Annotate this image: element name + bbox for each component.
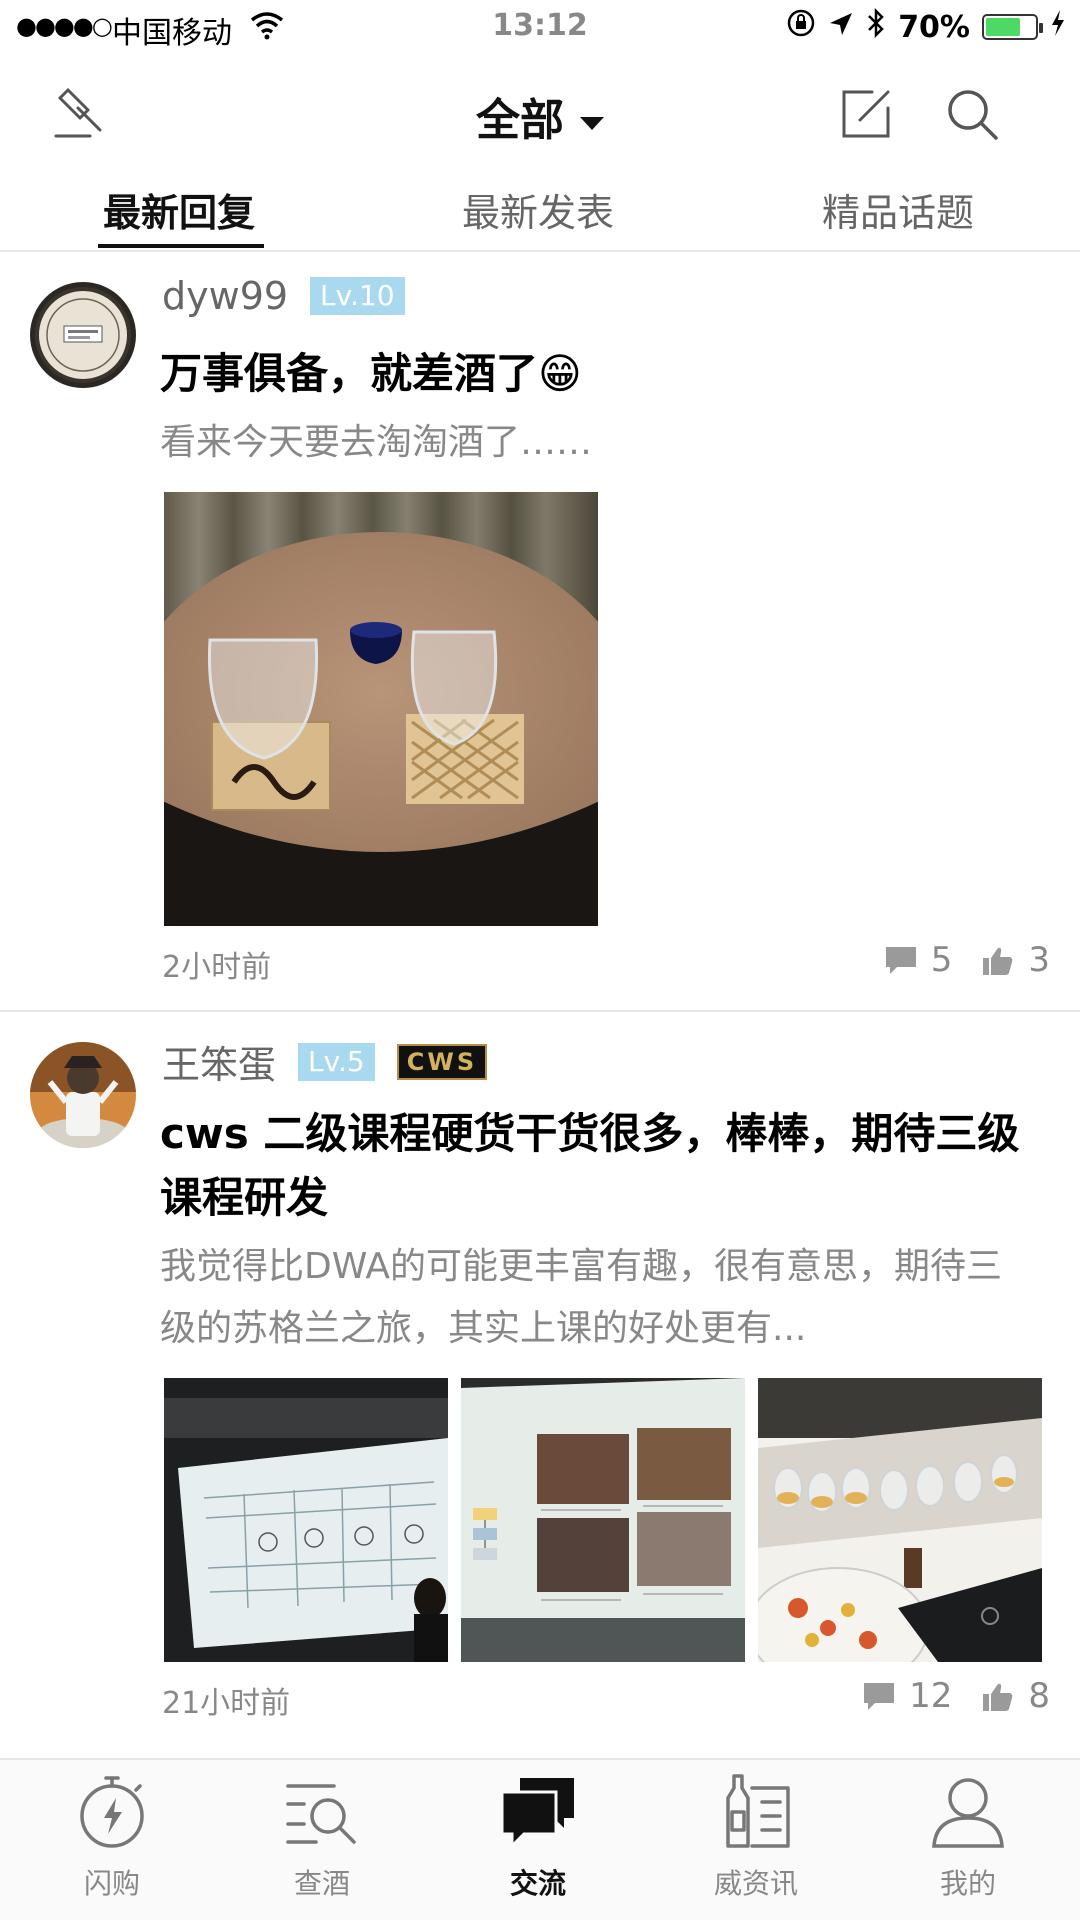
post-image[interactable] bbox=[758, 1378, 1042, 1662]
tab-wine-search[interactable]: 查酒 bbox=[242, 1772, 402, 1902]
like-count: 3 bbox=[1028, 940, 1050, 980]
post-time: 2小时前 bbox=[162, 950, 272, 985]
tab-label: 查酒 bbox=[293, 1867, 350, 1900]
charging-icon bbox=[1050, 9, 1066, 45]
level-badge: Lv.10 bbox=[310, 277, 405, 315]
search-icon[interactable] bbox=[944, 86, 1000, 142]
thumbs-up-icon[interactable] bbox=[982, 945, 1014, 975]
post-time: 21小时前 bbox=[162, 1686, 291, 1721]
comment-count: 5 bbox=[930, 940, 953, 980]
post-title: 万事俱备，就差酒了😁 bbox=[160, 349, 582, 398]
cws-badge: CWS bbox=[396, 1043, 488, 1080]
post-excerpt: 我觉得比DWA的可能更丰富有趣，很有意思，期待三级的苏格兰之旅，其实上课的好处更… bbox=[160, 1236, 1030, 1360]
bottle-news-icon bbox=[726, 1774, 790, 1848]
avatar[interactable] bbox=[30, 1042, 136, 1148]
tab-latest-posts[interactable]: 最新发表 bbox=[462, 182, 614, 237]
rotation-lock-icon bbox=[786, 8, 816, 46]
tab-label: 交流 bbox=[509, 1867, 566, 1900]
battery-percent: 70% bbox=[898, 9, 970, 45]
nav-header: 全部 bbox=[0, 60, 1080, 160]
thumbs-up-icon[interactable] bbox=[982, 1681, 1014, 1711]
person-icon bbox=[932, 1778, 1004, 1848]
tab-label: 威资讯 bbox=[713, 1867, 798, 1900]
author-name[interactable]: dyw99 bbox=[162, 274, 288, 318]
like-count: 8 bbox=[1028, 1676, 1050, 1716]
excerpt-text: 我觉得比DWA的可能更丰富有趣，很有意思，期待三级的苏格兰之旅，其实上课的好处更… bbox=[160, 1246, 1002, 1349]
excerpt-text: 看来今天要去淘淘酒了…… bbox=[160, 422, 593, 463]
post-image[interactable] bbox=[164, 1378, 448, 1662]
comment-icon[interactable] bbox=[885, 945, 917, 975]
author-row: dyw99 Lv.10 bbox=[162, 274, 405, 318]
post-card[interactable]: 王笨蛋 Lv.5 CWS cws 二级课程硬货干货很多，棒棒，期待三级课程研发 … bbox=[0, 1012, 1080, 1758]
post-image[interactable] bbox=[461, 1378, 745, 1662]
post-image[interactable] bbox=[164, 492, 598, 926]
chat-bubbles-icon bbox=[500, 1778, 574, 1850]
feed-tabs: 最新回复 最新发表 精品话题 bbox=[0, 168, 1080, 252]
tab-flash-sale[interactable]: 闪购 bbox=[32, 1772, 192, 1902]
battery-fill bbox=[986, 18, 1020, 36]
tab-community[interactable]: 交流 bbox=[458, 1772, 618, 1902]
post-stats: 5 3 bbox=[885, 940, 1050, 980]
bluetooth-icon bbox=[866, 7, 886, 46]
post-excerpt: 看来今天要去淘淘酒了…… bbox=[160, 412, 1030, 474]
list-search-icon bbox=[286, 1784, 356, 1844]
level-badge: Lv.5 bbox=[298, 1042, 375, 1081]
comment-icon[interactable] bbox=[863, 1681, 895, 1711]
header-title: 全部 bbox=[476, 95, 564, 146]
active-tab-indicator bbox=[98, 244, 264, 248]
stopwatch-bolt-icon bbox=[80, 1776, 144, 1848]
comment-count: 12 bbox=[909, 1676, 953, 1716]
bottom-tab-bar: 闪购 查酒 交流 威资讯 我的 bbox=[0, 1758, 1080, 1920]
category-dropdown[interactable]: 全部 bbox=[0, 84, 1080, 148]
tab-label: 闪购 bbox=[83, 1867, 140, 1900]
caret-down-icon bbox=[580, 116, 604, 130]
tab-my-profile[interactable]: 我的 bbox=[888, 1772, 1048, 1902]
author-name[interactable]: 王笨蛋 bbox=[162, 1034, 276, 1089]
avatar[interactable] bbox=[30, 282, 136, 388]
compose-icon[interactable] bbox=[838, 86, 894, 142]
post-card[interactable]: dyw99 Lv.10 万事俱备，就差酒了😁 看来今天要去淘淘酒了…… 2小时前… bbox=[0, 252, 1080, 1012]
post-stats: 12 8 bbox=[863, 1676, 1050, 1716]
tab-featured-topics[interactable]: 精品话题 bbox=[822, 182, 974, 237]
tab-latest-replies[interactable]: 最新回复 bbox=[103, 182, 255, 237]
battery-icon bbox=[982, 14, 1043, 40]
status-bar: ●●●●○ 中国移动 13:12 70% bbox=[0, 0, 1080, 54]
tab-whisky-news[interactable]: 威资讯 bbox=[676, 1772, 836, 1902]
post-title: cws 二级课程硬货干货很多，棒棒，期待三级课程研发 bbox=[160, 1109, 1020, 1222]
location-icon bbox=[828, 10, 854, 45]
author-row: 王笨蛋 Lv.5 CWS bbox=[162, 1034, 488, 1089]
tab-label: 我的 bbox=[939, 1867, 996, 1900]
